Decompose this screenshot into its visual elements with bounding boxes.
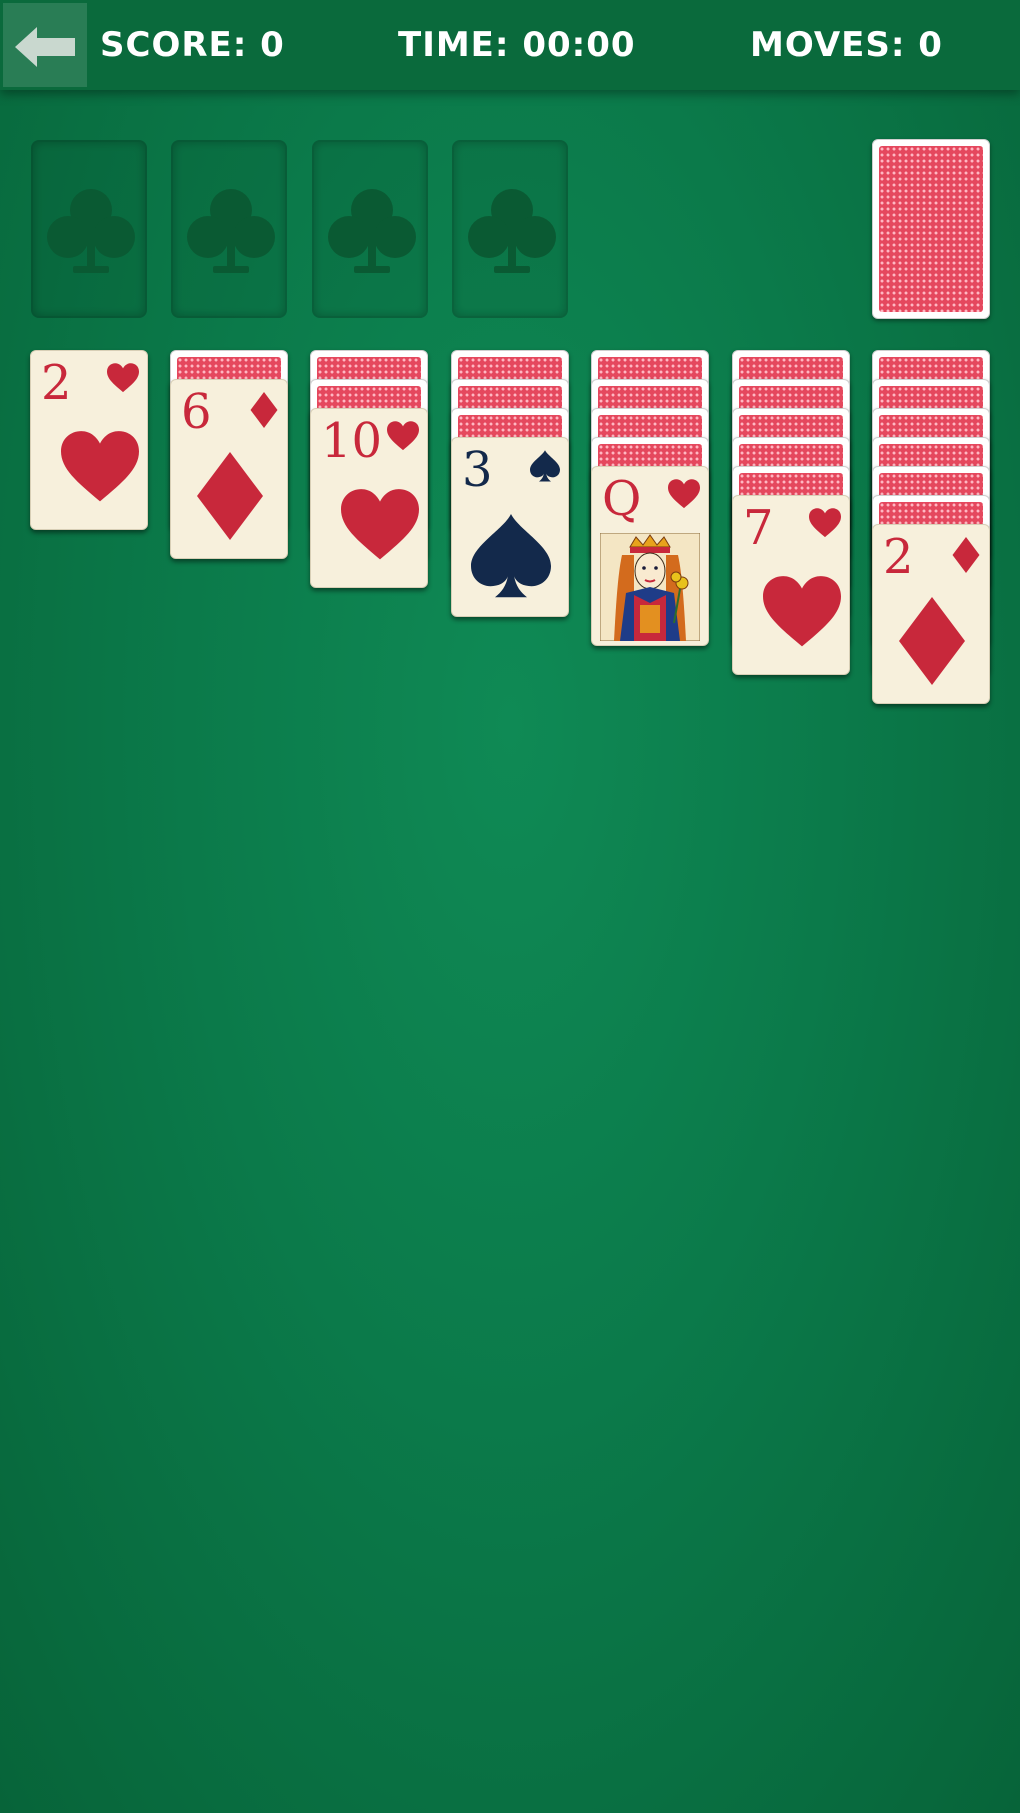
tableau-7-face-card[interactable]: 2	[872, 524, 990, 704]
club-icon	[328, 189, 416, 273]
card-rank: 3	[462, 442, 493, 498]
queen-portrait-icon	[600, 533, 700, 641]
spade-icon	[530, 450, 560, 482]
heart-icon	[107, 363, 139, 393]
card-rank: 7	[743, 500, 774, 556]
diamond-icon	[250, 392, 278, 428]
card-rank: 2	[883, 529, 914, 585]
foundation-slot-2[interactable]	[171, 140, 287, 318]
diamond-icon	[899, 597, 965, 685]
club-icon	[47, 189, 135, 273]
time-label: TIME: 00:00	[398, 25, 636, 65]
foundation-slot-1[interactable]	[31, 140, 147, 318]
foundation-slot-3[interactable]	[312, 140, 428, 318]
tableau-2-face-card[interactable]: 6	[170, 379, 288, 559]
card-rank: 6	[181, 384, 212, 440]
tableau-5-face-card[interactable]: Q	[591, 466, 709, 646]
tableau-3-face-card[interactable]: 10	[310, 408, 428, 588]
tableau-4-face-card[interactable]: 3	[451, 437, 569, 617]
card-rank: 2	[41, 355, 72, 411]
heart-icon	[341, 489, 419, 560]
diamond-icon	[197, 452, 263, 540]
foundation-slot-4[interactable]	[452, 140, 568, 318]
score-label: SCORE: 0	[100, 25, 285, 65]
spade-icon	[471, 514, 551, 598]
card-rank: 10	[321, 413, 383, 469]
club-icon	[468, 189, 556, 273]
heart-icon	[809, 508, 841, 538]
heart-icon	[387, 421, 419, 451]
stock-pile[interactable]	[872, 139, 990, 319]
club-icon	[187, 189, 275, 273]
back-button[interactable]	[3, 3, 87, 87]
diamond-icon	[952, 537, 980, 573]
back-arrow-icon	[15, 27, 75, 67]
heart-icon	[61, 431, 139, 502]
tableau-6-face-card[interactable]: 7	[732, 495, 850, 675]
heart-icon	[668, 479, 700, 509]
top-bar: SCORE: 0 TIME: 00:00 MOVES: 0	[0, 0, 1020, 90]
card-back-pattern	[879, 146, 983, 312]
moves-label: MOVES: 0	[750, 25, 943, 65]
tableau-1-face-card[interactable]: 2	[30, 350, 148, 530]
card-rank: Q	[602, 471, 642, 527]
heart-icon	[763, 576, 841, 647]
